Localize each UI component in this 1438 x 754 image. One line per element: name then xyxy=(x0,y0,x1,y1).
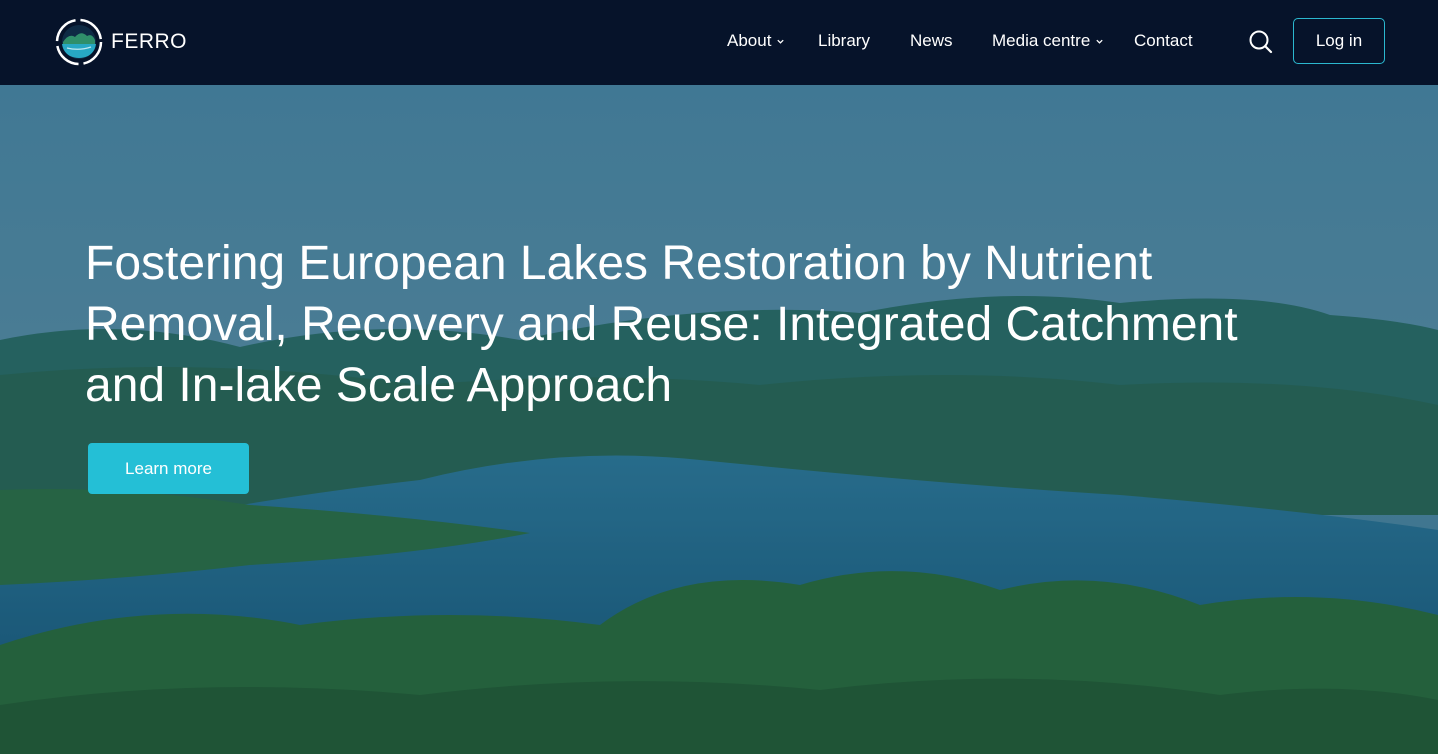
nav-item-label: Library xyxy=(818,31,870,50)
nav-item-media-centre[interactable]: Media centre xyxy=(992,31,1104,51)
nav-item-news[interactable]: News xyxy=(910,31,953,51)
login-button[interactable]: Log in xyxy=(1293,18,1385,64)
nav-item-contact[interactable]: Contact xyxy=(1134,31,1193,51)
nav-item-label: News xyxy=(910,31,953,50)
nav-item-label: About xyxy=(727,31,772,50)
nav-item-label: Contact xyxy=(1134,31,1193,50)
search-button[interactable] xyxy=(1248,29,1274,55)
search-icon xyxy=(1249,30,1273,54)
hero-background-image xyxy=(0,85,1438,754)
hero-section: Fostering European Lakes Restoration by … xyxy=(0,85,1438,754)
nav-item-label: Media centre xyxy=(992,31,1091,50)
nav-item-about[interactable]: About xyxy=(727,31,785,51)
chevron-down-icon xyxy=(777,39,785,44)
chevron-down-icon xyxy=(1096,39,1103,44)
site-header: FERRO About Library News Media centre Co… xyxy=(0,0,1438,85)
main-nav: About Library News Media centre Contact xyxy=(0,0,1438,85)
hero-title: Fostering European Lakes Restoration by … xyxy=(85,237,1238,412)
nav-item-library[interactable]: Library xyxy=(818,31,870,51)
learn-more-button[interactable]: Learn more xyxy=(88,443,249,494)
